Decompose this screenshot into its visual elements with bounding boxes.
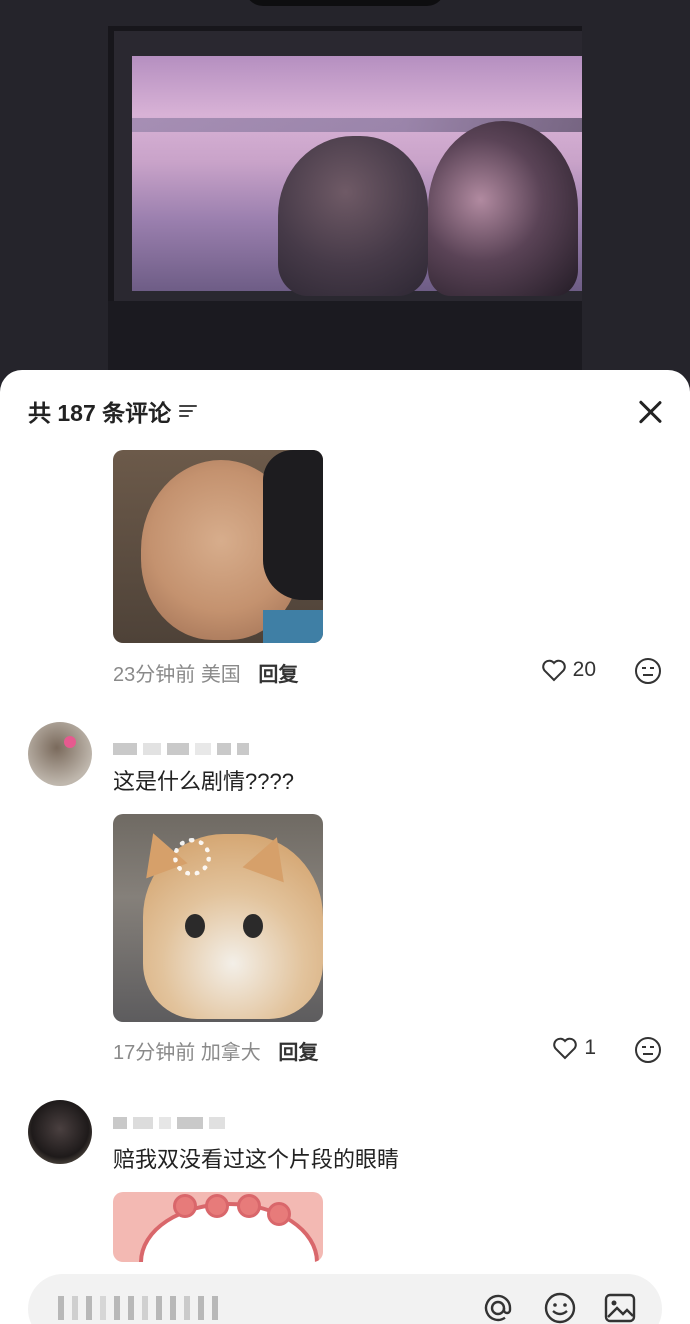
comment-meta: 23分钟前 美国 回复 [113,658,298,687]
comment-location: 加拿大 [200,1042,261,1064]
comment-count-title: 共 187 条评论 [28,400,172,426]
avatar[interactable] [28,722,92,786]
meme-pink-bump [267,1202,291,1226]
video-floor [108,301,582,371]
reply-button[interactable]: 回复 [278,1042,318,1064]
heart-outline-icon [553,1037,578,1060]
image-icon[interactable] [602,1290,638,1324]
comment-image-meme-cat[interactable] [113,814,323,1022]
neutral-face-icon[interactable] [634,657,662,685]
comment-meta: 17分钟前 加拿大 回复 [113,1036,318,1065]
comment-sheet: 共 187 条评论 23分钟前 美国 回复 20 这是什么剧情???? 17分钟… [0,370,690,1324]
sort-lines-icon[interactable] [179,404,198,418]
username-redacted[interactable] [113,1112,225,1134]
meme-pink-bump [173,1194,197,1218]
comment-text: 赔我双没看过这个片段的眼睛 [113,1147,400,1172]
meme-pink-bump [205,1194,229,1218]
smiley-icon[interactable] [542,1290,578,1324]
meme-cat-eye-left [185,914,205,938]
like-button[interactable]: 20 [541,658,596,682]
status-notch [245,0,445,6]
neutral-face-icon[interactable] [634,1036,662,1064]
meme-pink-bump [237,1194,261,1218]
comment-image-meme-face[interactable] [113,450,323,643]
meme-face-hair [263,450,323,600]
avatar-flower [64,736,76,748]
at-icon[interactable] [480,1290,516,1324]
comment-text: 这是什么剧情???? [113,769,294,794]
avatar[interactable] [28,1100,92,1164]
heart-outline-icon [541,659,566,682]
meme-face-shirt [263,610,323,643]
input-placeholder-redacted [58,1296,218,1320]
meme-cat-eye-right [243,914,263,938]
comment-header: 共 187 条评论 [28,396,198,426]
meme-pink-character [139,1202,319,1262]
video-figure-left [278,136,428,296]
comment-time: 17分钟前 [113,1042,196,1064]
comment-location: 美国 [200,664,241,686]
loading-spinner-icon [173,838,211,876]
like-button[interactable]: 1 [552,1036,596,1060]
video-figure-right [428,121,578,296]
reply-button[interactable]: 回复 [258,664,298,686]
comment-input[interactable] [28,1274,662,1324]
username-redacted[interactable] [113,738,249,760]
comment-image-meme-pink[interactable] [113,1192,323,1262]
video-player[interactable] [108,26,582,371]
comment-time: 23分钟前 [113,664,196,686]
like-count: 1 [584,1036,596,1059]
close-icon[interactable] [636,398,664,426]
like-count: 20 [572,658,596,681]
